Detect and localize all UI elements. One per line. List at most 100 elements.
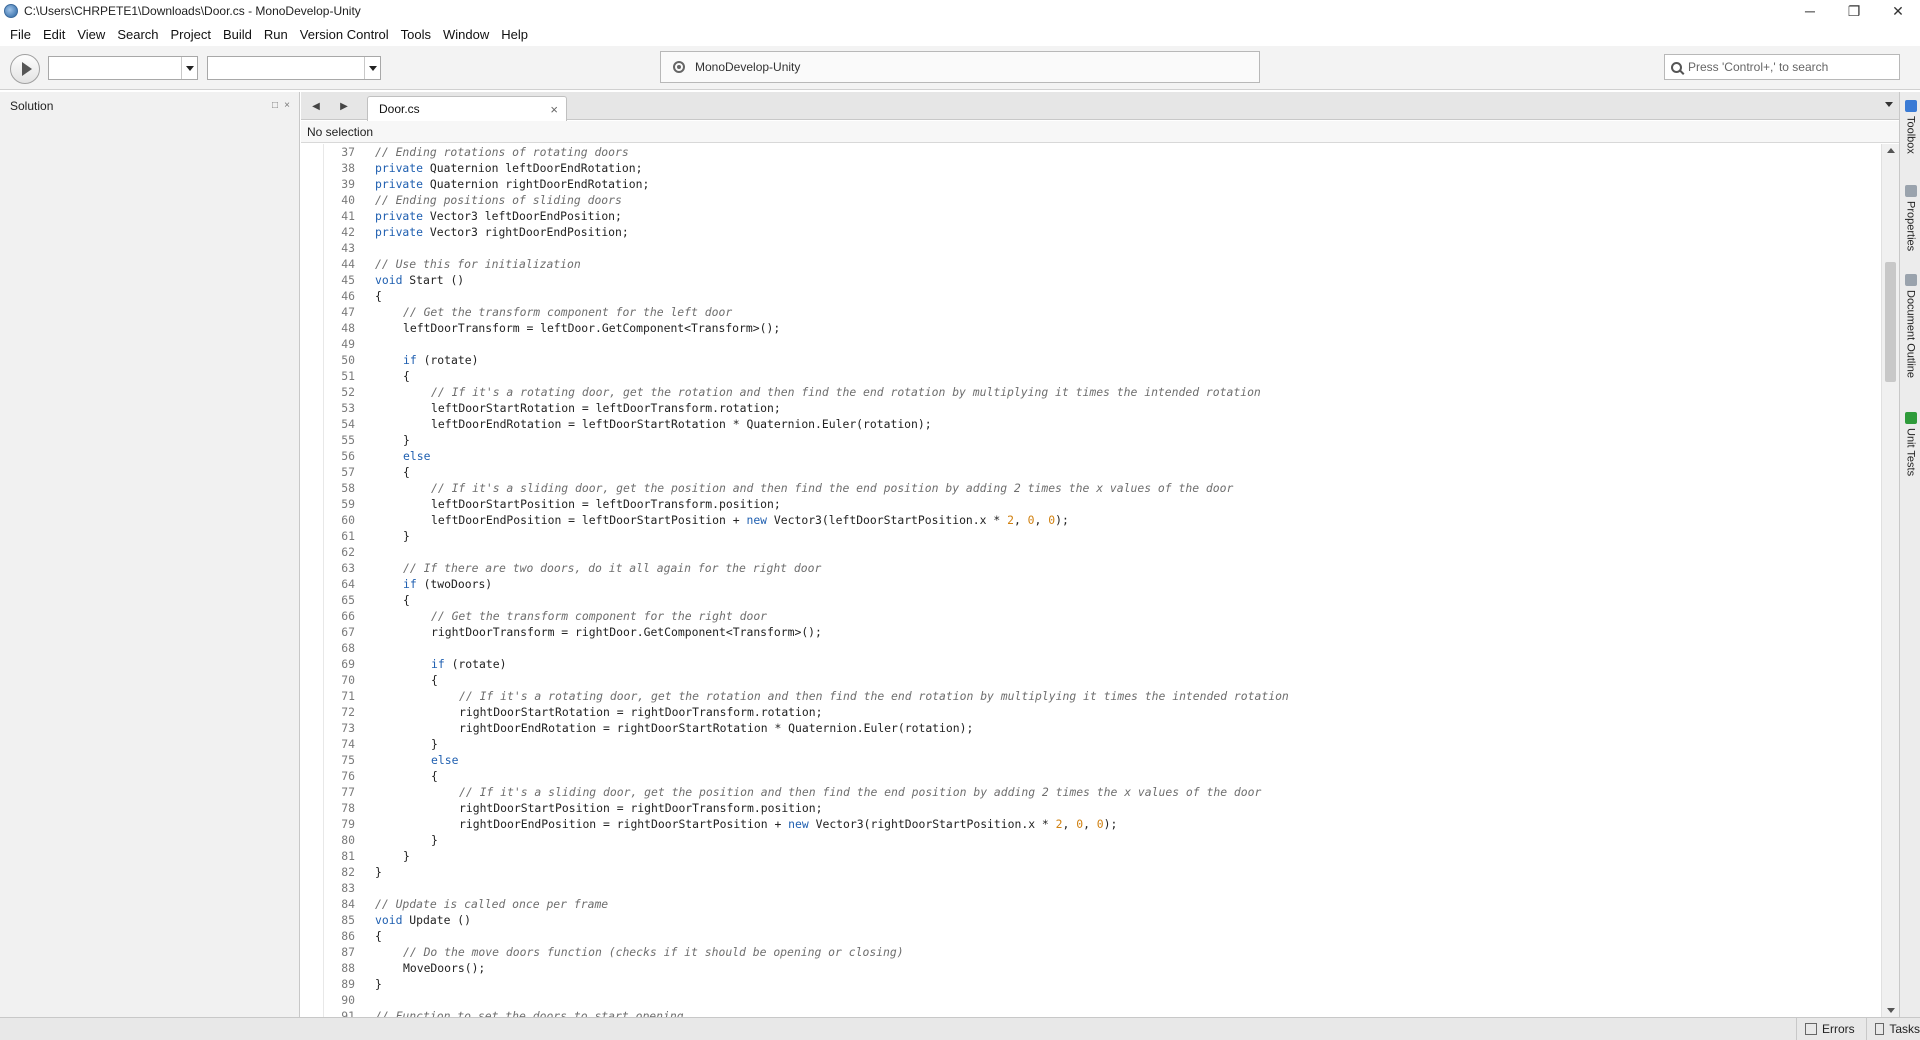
code-line: 54 leftDoorEndRotation = leftDoorStartRot… bbox=[301, 416, 1289, 432]
code-line: 58 // If it's a sliding door, get the pos… bbox=[301, 480, 1289, 496]
scrollbar-thumb[interactable] bbox=[1885, 262, 1896, 382]
code-token: { bbox=[403, 593, 410, 607]
dock-toolbox[interactable]: Toolbox bbox=[1900, 100, 1920, 154]
tab-list-dropdown-icon[interactable] bbox=[1885, 102, 1893, 107]
menu-file[interactable]: File bbox=[4, 24, 37, 46]
dock-properties[interactable]: Properties bbox=[1900, 185, 1920, 251]
nav-back-icon[interactable]: ◀ bbox=[309, 99, 323, 113]
pad-restore-icon[interactable]: □ bbox=[270, 101, 280, 111]
code-token: { bbox=[431, 769, 438, 783]
tab-close-icon[interactable]: × bbox=[550, 102, 558, 117]
code-text: // Get the transform component for the r… bbox=[355, 608, 767, 624]
code-text: leftDoorStartPosition = leftDoorTransfor… bbox=[355, 496, 781, 512]
code-line: 37 // Ending rotations of rotating doors bbox=[301, 144, 1289, 160]
code-text: } bbox=[355, 736, 438, 752]
configuration-combo[interactable] bbox=[48, 56, 198, 80]
code-line: 63 // If there are two doors, do it all a… bbox=[301, 560, 1289, 576]
menu-help[interactable]: Help bbox=[495, 24, 534, 46]
code-token: Update () bbox=[402, 913, 472, 927]
line-number: 63 bbox=[341, 561, 355, 575]
code-token: leftDoorEndPosition = leftDoorStartPosit… bbox=[431, 513, 747, 527]
comment-token: // If it's a sliding door, get the posit… bbox=[431, 481, 1234, 495]
code-line: 78 rightDoorStartPosition = rightDoorTran… bbox=[301, 800, 1289, 816]
line-number: 54 bbox=[341, 417, 355, 431]
code-text: private Quaternion rightDoorEndRotation; bbox=[355, 176, 649, 192]
properties-icon bbox=[1904, 185, 1917, 197]
code-token: Vector3 leftDoorEndPosition; bbox=[423, 209, 622, 223]
search-input[interactable] bbox=[1688, 60, 1888, 74]
menu-project[interactable]: Project bbox=[165, 24, 217, 46]
keyword-token: if bbox=[403, 353, 417, 367]
dock-document-outline[interactable]: Document Outline bbox=[1900, 274, 1920, 378]
code-text: // Update is called once per frame bbox=[355, 896, 608, 912]
code-token: leftDoorTransform = leftDoor.GetComponen… bbox=[403, 321, 781, 335]
scroll-up-icon[interactable] bbox=[1887, 148, 1895, 153]
tasks-pad-button[interactable]: Tasks bbox=[1866, 1018, 1920, 1040]
dock-unit-tests[interactable]: Unit Tests bbox=[1900, 412, 1920, 476]
code-editor[interactable]: 37// Ending rotations of rotating doors 3… bbox=[301, 144, 1881, 1017]
code-line: 76 { bbox=[301, 768, 1289, 784]
menu-tools[interactable]: Tools bbox=[395, 24, 437, 46]
code-token: rightDoorStartRotation = rightDoorTransf… bbox=[459, 705, 823, 719]
path-bar[interactable]: No selection bbox=[301, 121, 1899, 143]
code-line: 86 { bbox=[301, 928, 1289, 944]
restore-button[interactable]: ❐ bbox=[1832, 0, 1876, 22]
line-number: 79 bbox=[341, 817, 355, 831]
code-text: } bbox=[355, 864, 382, 880]
tab-door-cs[interactable]: Door.cs × bbox=[367, 96, 567, 121]
line-number: 77 bbox=[341, 785, 355, 799]
code-line: 53 leftDoorStartRotation = leftDoorTransf… bbox=[301, 400, 1289, 416]
menu-version-control[interactable]: Version Control bbox=[294, 24, 395, 46]
minimize-button[interactable]: ─ bbox=[1788, 0, 1832, 22]
code-token: { bbox=[403, 465, 410, 479]
comment-token: // Ending positions of sliding doors bbox=[375, 193, 622, 207]
code-text: rightDoorStartPosition = rightDoorTransf… bbox=[355, 800, 822, 816]
line-number: 57 bbox=[341, 465, 355, 479]
code-line: 65 { bbox=[301, 592, 1289, 608]
code-line: 72 rightDoorStartRotation = rightDoorTran… bbox=[301, 704, 1289, 720]
line-number: 52 bbox=[341, 385, 355, 399]
keyword-token: new bbox=[746, 513, 768, 527]
code-line: 41 private Vector3 leftDoorEndPosition; bbox=[301, 208, 1289, 224]
nav-forward-icon[interactable]: ▶ bbox=[337, 99, 351, 113]
code-line: 45 void Start () bbox=[301, 272, 1289, 288]
dock-toolbox-label: Toolbox bbox=[1904, 116, 1917, 154]
code-token: } bbox=[403, 529, 410, 543]
line-number: 40 bbox=[341, 193, 355, 207]
menu-build[interactable]: Build bbox=[217, 24, 258, 46]
global-search[interactable] bbox=[1664, 54, 1900, 80]
editor-vertical-scrollbar[interactable] bbox=[1881, 144, 1899, 1017]
pad-close-icon[interactable]: × bbox=[282, 101, 292, 111]
menu-window[interactable]: Window bbox=[437, 24, 495, 46]
menu-search[interactable]: Search bbox=[111, 24, 164, 46]
menu-view[interactable]: View bbox=[71, 24, 111, 46]
close-window-button[interactable]: ✕ bbox=[1876, 0, 1920, 22]
code-token: } bbox=[431, 833, 438, 847]
errors-pad-button[interactable]: Errors bbox=[1796, 1018, 1866, 1040]
code-text: // Ending rotations of rotating doors bbox=[355, 144, 629, 160]
comment-token: // Get the transform component for the l… bbox=[403, 305, 733, 319]
code-text: void Start () bbox=[355, 272, 464, 288]
code-token: rightDoorEndRotation = rightDoorStartRot… bbox=[459, 721, 974, 735]
code-line: 89} bbox=[301, 976, 1289, 992]
run-button[interactable] bbox=[10, 54, 40, 84]
code-line: 56 else bbox=[301, 448, 1289, 464]
keyword-token: else bbox=[403, 449, 431, 463]
line-number: 64 bbox=[341, 577, 355, 591]
code-line: 70 { bbox=[301, 672, 1289, 688]
menu-run[interactable]: Run bbox=[258, 24, 294, 46]
status-text: MonoDevelop-Unity bbox=[695, 60, 801, 74]
code-line: 82} bbox=[301, 864, 1289, 880]
run-target-combo[interactable] bbox=[207, 56, 381, 80]
code-text: } bbox=[355, 432, 410, 448]
scroll-down-icon[interactable] bbox=[1887, 1008, 1895, 1013]
comment-token: // Ending rotations of rotating doors bbox=[375, 145, 629, 159]
menu-edit[interactable]: Edit bbox=[37, 24, 71, 46]
keyword-token: private bbox=[375, 209, 424, 223]
code-text: if (twoDoors) bbox=[355, 576, 492, 592]
code-line: 90 bbox=[301, 992, 1289, 1008]
code-line: 47 // Get the transform component for the… bbox=[301, 304, 1289, 320]
comment-token: // Update is called once per frame bbox=[375, 897, 609, 911]
